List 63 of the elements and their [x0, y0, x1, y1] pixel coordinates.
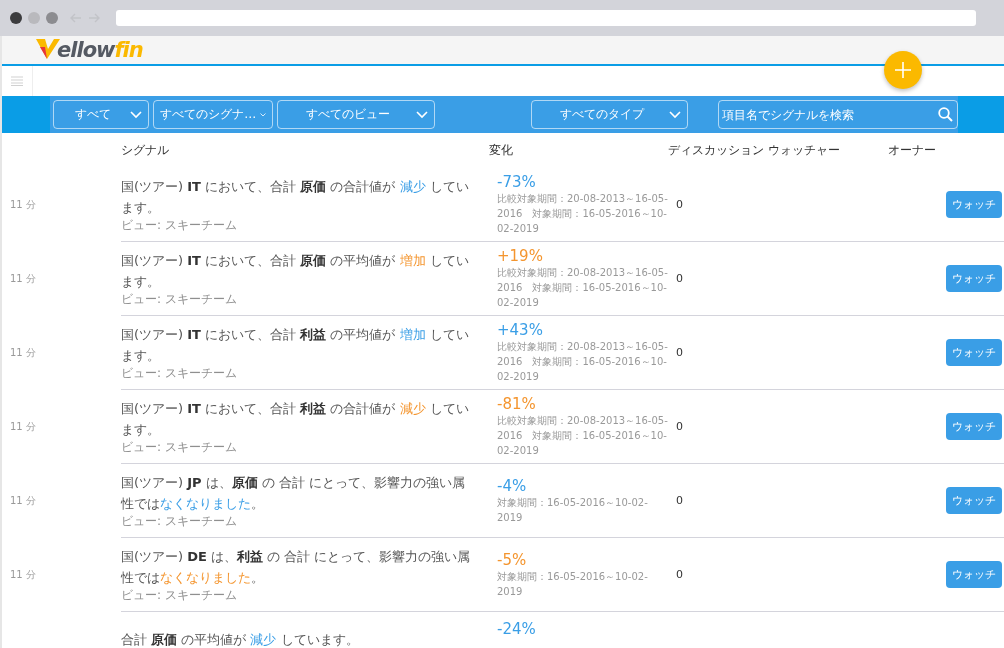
watch-button[interactable]: ウォッチ — [946, 191, 1002, 218]
watch-button[interactable]: ウォッチ — [946, 561, 1002, 588]
search-icon[interactable] — [938, 107, 953, 122]
filter-dropdown[interactable]: すべてのビュー — [277, 100, 436, 129]
chevron-down-icon — [130, 110, 143, 119]
logo-text: ellowfin — [57, 39, 143, 61]
chevron-down-icon — [260, 110, 267, 119]
search-field[interactable]: 項目名でシグナルを検索 — [718, 100, 958, 129]
window-button-icon[interactable] — [10, 12, 22, 24]
period-text: 比較対象期間：20-08-2013～16-05-2016 対象期間：16-05-2016～10-02-2019 — [497, 414, 669, 458]
signal-text: 国(ツアー) IT において、合計 利益 の合計値が 減少 しています。 — [121, 400, 470, 439]
change-value: -4% — [497, 476, 528, 495]
period-text: 比較対象期間：20-08-2013～16-05-2016 対象期間：16-05-2016～10-02-2019 — [497, 192, 669, 236]
chevron-down-icon — [669, 110, 681, 119]
column-header: シグナル — [121, 142, 170, 159]
time-text: 11 分 — [9, 494, 37, 508]
period-text: 比較対象期間：20-08-2013～16-05-2016 対象期間：16-05-2016～10-02-2019 — [497, 266, 669, 310]
time-text: 11 分 — [9, 272, 37, 286]
chevron-down-icon — [416, 110, 429, 119]
watch-button[interactable]: ウォッチ — [946, 487, 1002, 514]
watcher-count: 0 — [675, 494, 684, 507]
address-field[interactable] — [116, 10, 976, 26]
view-text: ビュー: スキーチーム — [121, 218, 238, 233]
change-value: -73% — [497, 173, 537, 191]
signal-text: 国(ツアー) IT において、合計 原価 の平均値が 増加 しています。 — [121, 252, 470, 291]
filter-dropdown[interactable]: すべてのタイプ — [531, 100, 688, 129]
signal-text: 国(ツアー) JP は、原価 の 合計 にとって、影響力の強い属性ではなくなりました。 — [121, 474, 467, 513]
watcher-count: 0 — [675, 198, 684, 211]
period-text: 対象期間：16-05-2016～10-02-2019 — [497, 569, 649, 599]
menu-icon[interactable] — [11, 76, 23, 86]
signal-text: 国(ツアー) IT において、合計 利益 の平均値が 増加 しています。 — [121, 326, 470, 365]
watcher-count: 0 — [675, 420, 684, 433]
time-text: 11 分 — [9, 346, 37, 360]
period-text: 比較対象期間：20-08-2013～16-05-2016 対象期間：16-05-2016～10-02-2019 — [497, 340, 669, 384]
column-header: オーナー — [888, 142, 937, 159]
time-text: 11 分 — [9, 568, 37, 582]
signal-text: 合計 原価 の平均値が 減少 しています。 — [121, 631, 360, 648]
change-value: +43% — [497, 321, 544, 339]
column-header: 変化 — [489, 142, 514, 159]
time-text: 11 分 — [9, 420, 37, 434]
filter-dropdown[interactable]: すべて — [53, 100, 150, 129]
watcher-count: 0 — [675, 272, 684, 285]
filter-dropdown[interactable]: すべてのシグナ… — [153, 100, 274, 129]
column-header: ディスカッション ウォッチャー — [668, 142, 841, 159]
watcher-count: 0 — [675, 568, 684, 581]
plus-icon — [895, 62, 911, 78]
change-value: -81% — [497, 395, 537, 413]
watcher-count: 0 — [675, 346, 684, 359]
signal-text: 国(ツアー) IT において、合計 原価 の合計値が 減少 しています。 — [121, 178, 470, 217]
change-value: +19% — [497, 247, 544, 265]
watch-button[interactable]: ウォッチ — [946, 265, 1002, 292]
view-text: ビュー: スキーチーム — [121, 440, 238, 455]
view-text: ビュー: スキーチーム — [121, 366, 238, 381]
watch-button[interactable]: ウォッチ — [946, 413, 1002, 440]
watch-button[interactable]: ウォッチ — [946, 339, 1002, 366]
view-text: ビュー: スキーチーム — [121, 514, 238, 529]
period-text: 対象期間：16-05-2016～10-02-2019 — [497, 495, 649, 525]
change-value: -5% — [497, 550, 528, 569]
time-text: 11 分 — [9, 198, 37, 212]
change-value: -24% — [497, 620, 537, 638]
signal-text: 国(ツアー) DE は、利益 の 合計 にとって、影響力の強い属性ではなくなりました。 — [121, 548, 471, 587]
view-text: ビュー: スキーチーム — [121, 292, 238, 307]
view-text: ビュー: スキーチーム — [121, 588, 238, 603]
